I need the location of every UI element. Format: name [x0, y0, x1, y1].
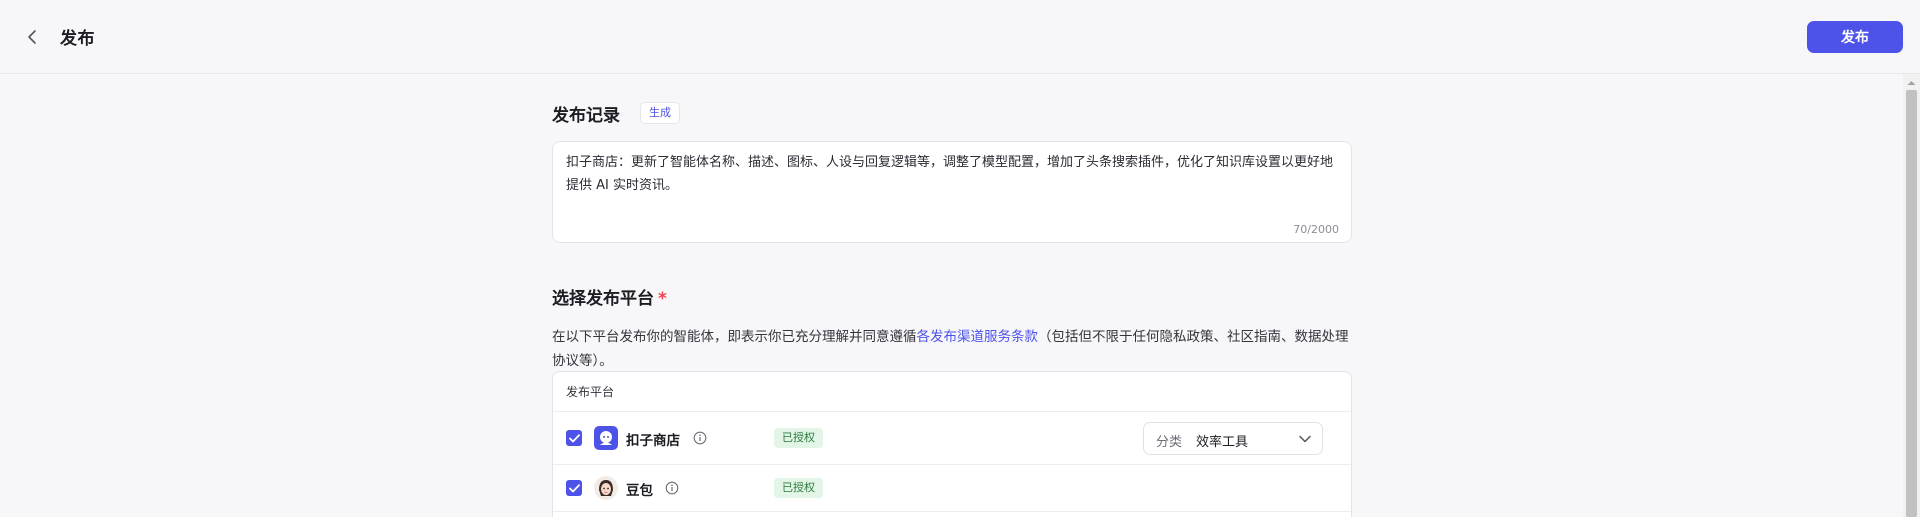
scroll-up-arrow-icon[interactable] [1906, 79, 1917, 87]
platform-row-doubao: 豆包 已授权 [553, 465, 1351, 512]
category-value: 效率工具 [1196, 435, 1249, 450]
platform-name: 扣子商店 [626, 433, 680, 449]
coze-store-logo [594, 426, 618, 450]
terms-link[interactable]: 各发布渠道服务条款 [917, 329, 1039, 345]
release-record-title: 发布记录 [552, 106, 620, 126]
back-button[interactable] [22, 25, 42, 49]
platform-table: 发布平台 扣子商店 已授权 分类 效率工具 豆包 已授权 [552, 371, 1352, 517]
platform-name: 豆包 [626, 483, 653, 499]
coze-store-checkbox[interactable] [566, 430, 582, 446]
top-bar: 发布 发布 [0, 0, 1920, 74]
info-icon[interactable] [665, 481, 679, 495]
platform-row-coze-store: 扣子商店 已授权 分类 效率工具 [553, 412, 1351, 465]
release-record-text: 扣子商店：更新了智能体名称、描述、图标、人设与回复逻辑等，调整了模型配置，增加了… [566, 155, 1334, 193]
table-header: 发布平台 [553, 372, 1351, 412]
platform-description: 在以下平台发布你的智能体，即表示你已充分理解并同意遵循各发布渠道服务条款（包括但… [552, 325, 1352, 373]
doubao-checkbox[interactable] [566, 480, 582, 496]
page-title: 发布 [60, 29, 95, 49]
category-select[interactable]: 分类 效率工具 [1143, 422, 1323, 455]
required-mark: * [658, 289, 667, 309]
category-label: 分类 [1156, 435, 1183, 450]
platform-title-text: 选择发布平台 [552, 289, 654, 309]
check-icon [568, 433, 580, 442]
platform-section-title: 选择发布平台 * [552, 284, 667, 309]
publish-button[interactable]: 发布 [1807, 21, 1903, 53]
authorized-badge: 已授权 [774, 478, 823, 498]
info-icon[interactable] [693, 431, 707, 445]
char-counter: 70/2000 [1293, 223, 1339, 236]
chevron-left-icon [28, 30, 36, 44]
generate-button[interactable]: 生成 [640, 102, 680, 124]
desc-text-before: 在以下平台发布你的智能体，即表示你已充分理解并同意遵循 [552, 329, 917, 345]
release-record-textarea[interactable]: 扣子商店：更新了智能体名称、描述、图标、人设与回复逻辑等，调整了模型配置，增加了… [552, 141, 1352, 243]
chevron-down-icon [1299, 435, 1311, 443]
authorized-badge: 已授权 [774, 428, 823, 448]
scrollbar-thumb[interactable] [1906, 90, 1917, 517]
doubao-logo [594, 476, 618, 500]
check-icon [568, 483, 580, 492]
